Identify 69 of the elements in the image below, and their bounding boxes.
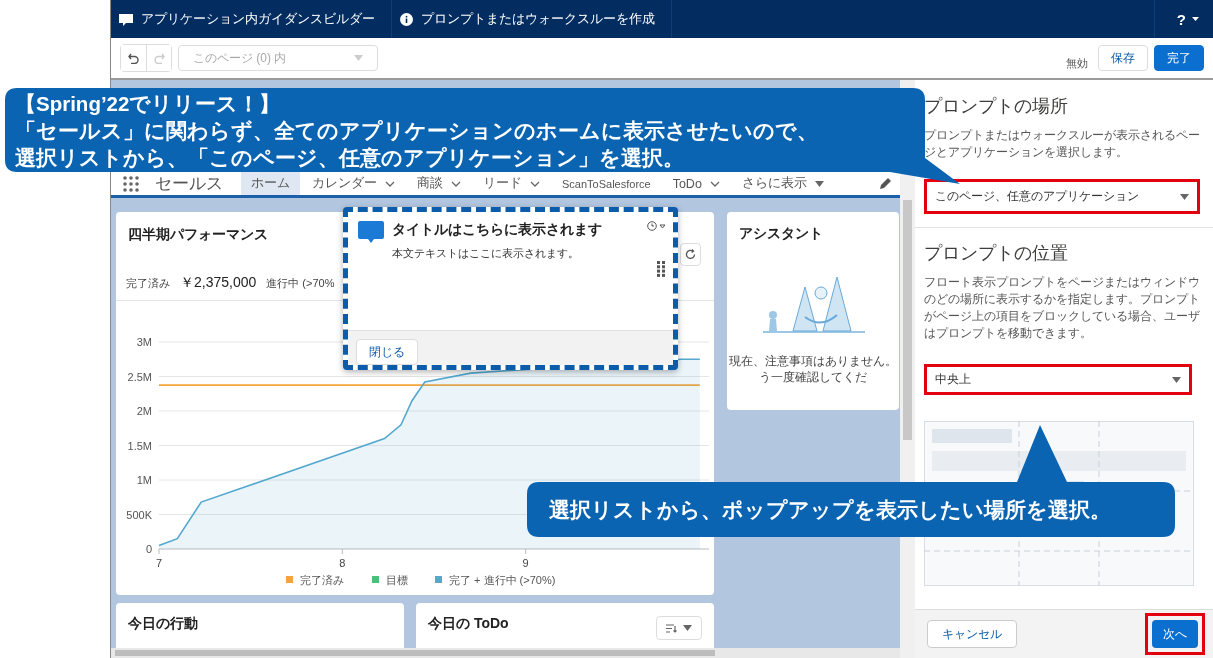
pencil-icon[interactable] [879, 177, 893, 190]
card-title: 四半期パフォーマンス [128, 225, 268, 244]
card-title: アシスタント [739, 224, 823, 243]
app-launcher-icon[interactable] [123, 175, 139, 192]
caret-down-icon [1192, 17, 1199, 21]
caret-down-icon [1172, 376, 1182, 383]
prompt-title: タイトルはこちらに表示されます [392, 221, 603, 239]
callout-text: 【Spring’22でリリース！】 「セールス」に関わらず、全てのアプリケーションのホームに表示させたいので、 選択リストから、「このページ、任意のアプリケーション」を選択。 [15, 91, 818, 171]
axis-tick-label: 500K [126, 508, 152, 521]
nav-tab[interactable]: さらに表示 [731, 172, 834, 195]
section-description: プロンプトまたはウォークスルーが表示されるページとアプリケーションを選択します。 [924, 127, 1202, 161]
position-select[interactable]: このページ、任意のアプリケーション [924, 179, 1201, 214]
refresh-icon [685, 249, 696, 260]
nav-tab[interactable]: 商談 [407, 172, 471, 195]
message-text: う一度確認してくだ [758, 369, 868, 385]
nav-tab[interactable]: ScanToSalesforce [552, 172, 661, 195]
section-description: フロート表示プロンプトをページまたはウィンドウのどの場所に表示するかを指定します。プロンプトがページ上の項目をブロックしている場合、ユーザはプロンプトを移動できます。 [924, 274, 1202, 342]
legend-label: 目標 [386, 574, 408, 586]
cancel-button[interactable]: キャンセル [927, 620, 1018, 648]
chat-icon [358, 221, 384, 245]
nav-tab[interactable]: ホーム [241, 172, 300, 195]
info-icon [400, 12, 413, 26]
axis-tick-label: 2M [136, 405, 152, 417]
save-button[interactable]: 保存 [1098, 45, 1148, 71]
message-text: 現在、注意事項はありません。 [729, 353, 897, 369]
close-button[interactable]: 閉じる [356, 339, 418, 365]
caret-down-icon [354, 55, 363, 61]
legend-label: 完了済み [300, 574, 344, 586]
section-heading: プロンプトの位置 [924, 242, 1070, 264]
sort-button[interactable] [656, 616, 702, 640]
position-select[interactable]: 中央上 [924, 364, 1193, 395]
axis-tick-label: 1M [136, 474, 152, 486]
axis-tick-label: 1.5M [127, 439, 152, 452]
axis-tick-label: 8 [339, 557, 346, 569]
nav-tab[interactable]: カレンダー [302, 172, 405, 195]
card-title: 今日の行動 [128, 614, 198, 633]
refresh-button[interactable] [680, 243, 701, 266]
app-name: セールス [155, 173, 223, 195]
prompt-body: 本文テキストはここに表示されます。 [392, 246, 580, 261]
section-heading: プロンプトの場所 [924, 95, 1070, 117]
stat-label: 進行中 (>70% [266, 276, 335, 291]
drag-handle-icon[interactable] [657, 261, 665, 277]
legend-item: 完了済み [286, 574, 344, 586]
caret-down-icon [683, 625, 692, 631]
nav-tab[interactable]: ToDo [662, 172, 730, 195]
chat-icon [119, 12, 133, 26]
card-title: 今日の ToDo [428, 614, 509, 633]
axis-tick-label: 0 [145, 543, 152, 555]
undo-icon [128, 52, 139, 64]
legend-item: 完了 + 進行中 (>70%) [435, 574, 556, 586]
stat-label: 完了済み [126, 276, 170, 291]
stat-value: ￥2,375,000 [180, 274, 257, 292]
sort-icon [666, 623, 677, 633]
axis-tick-label: 3M [136, 336, 152, 348]
legend-item: 目標 [372, 574, 408, 586]
page-title: プロンプトまたはウォークスルーを作成 [421, 10, 655, 28]
axis-tick-label: 2.5M [127, 370, 152, 383]
builder-title: アプリケーション内ガイダンスビルダー [141, 10, 375, 28]
axis-tick-label: 9 [522, 557, 529, 569]
next-button[interactable]: 次へ [1152, 620, 1198, 648]
clock-icon[interactable] [647, 221, 665, 231]
status-label: 無効 [1066, 55, 1088, 71]
axis-tick-label: 7 [155, 557, 163, 569]
caret-down-icon [1180, 193, 1190, 200]
horizontal-scrollbar[interactable] [111, 648, 901, 658]
nav-tab[interactable]: リード [473, 172, 550, 195]
callout-text: 選択リストから、ポップアップを表示したい場所を選択。 [549, 497, 1111, 523]
done-button[interactable]: 完了 [1154, 45, 1204, 71]
redo-icon [153, 52, 165, 64]
